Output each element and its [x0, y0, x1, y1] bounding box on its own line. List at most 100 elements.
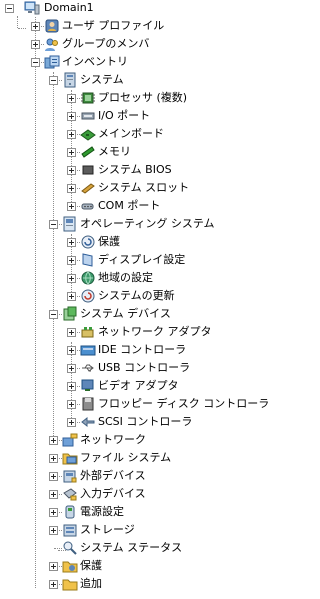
- expand-toggle[interactable]: [67, 256, 76, 265]
- expand-toggle[interactable]: [49, 490, 58, 499]
- tree-item[interactable]: システムの更新: [0, 288, 283, 304]
- system-devices-icon: [62, 306, 78, 322]
- expand-toggle[interactable]: [67, 418, 76, 427]
- user-profile-icon: [44, 18, 60, 34]
- expand-toggle[interactable]: [67, 346, 76, 355]
- tree-item-label: システム BIOS: [98, 163, 172, 176]
- tree-item[interactable]: ファイル システム: [0, 450, 283, 466]
- expand-toggle[interactable]: [67, 166, 76, 175]
- tree-item-label: ネットワーク アダプタ: [98, 325, 212, 338]
- tree-item[interactable]: システム ステータス: [0, 540, 283, 556]
- tree-item[interactable]: ストレージ: [0, 522, 283, 538]
- tree-item[interactable]: COM ポート: [0, 198, 283, 214]
- tree-item-label: IDE コントローラ: [98, 343, 187, 356]
- tree-item[interactable]: ビデオ アダプタ: [0, 378, 283, 394]
- ide-controller-icon: [80, 342, 96, 358]
- tree-item[interactable]: システム: [0, 72, 283, 88]
- tree-item[interactable]: グループのメンバ: [0, 36, 283, 52]
- storage-icon: [62, 522, 78, 538]
- expand-toggle[interactable]: [31, 22, 40, 31]
- tree-item[interactable]: ネットワーク: [0, 432, 283, 448]
- expand-toggle[interactable]: [67, 364, 76, 373]
- expand-toggle[interactable]: [31, 40, 40, 49]
- expand-toggle[interactable]: [49, 436, 58, 445]
- tree-item[interactable]: フロッピー ディスク コントローラ: [0, 396, 283, 412]
- expand-toggle[interactable]: [67, 400, 76, 409]
- tree-item[interactable]: 電源設定: [0, 504, 283, 520]
- tree-item-label: ファイル システム: [80, 451, 172, 464]
- tree-item-label: プロセッサ (複数): [98, 91, 188, 104]
- collapse-toggle[interactable]: [5, 4, 14, 13]
- display-icon: [80, 252, 96, 268]
- collapse-toggle[interactable]: [49, 220, 58, 229]
- tree-item[interactable]: 外部デバイス: [0, 468, 283, 484]
- tree-item-label: システムの更新: [98, 289, 175, 302]
- expand-toggle[interactable]: [67, 382, 76, 391]
- tree-item[interactable]: オペレーティング システム: [0, 216, 283, 232]
- tree-item-label: オペレーティング システム: [80, 217, 215, 230]
- inventory-tree: Domain1 ユーザ プロファイル グループのメンバインベントリシステムプロセッ…: [0, 0, 283, 599]
- tree-item[interactable]: メインボード: [0, 126, 283, 142]
- scsi-icon: [80, 414, 96, 430]
- tree-item[interactable]: I/O ポート: [0, 108, 283, 124]
- tree-item-label: インベントリ: [62, 55, 128, 68]
- video-adapter-icon: [80, 378, 96, 394]
- tree-item[interactable]: 地域の設定: [0, 270, 283, 286]
- tree-root-domain1[interactable]: Domain1: [0, 0, 120, 16]
- collapse-toggle[interactable]: [49, 310, 58, 319]
- tree-item[interactable]: ネットワーク アダプタ: [0, 324, 283, 340]
- tree-item-label: システム デバイス: [80, 307, 171, 320]
- expand-toggle[interactable]: [67, 202, 76, 211]
- expand-toggle[interactable]: [49, 508, 58, 517]
- tree-item-label: システム ステータス: [80, 541, 183, 554]
- expand-toggle[interactable]: [49, 526, 58, 535]
- com-port-icon: [80, 198, 96, 214]
- expand-toggle[interactable]: [67, 292, 76, 301]
- tree-item[interactable]: プロセッサ (複数): [0, 90, 283, 106]
- tree-item-label: 保護: [80, 559, 102, 572]
- expand-toggle[interactable]: [49, 472, 58, 481]
- mainboard-icon: [80, 126, 96, 142]
- tree-root-label: Domain1: [44, 1, 94, 14]
- tree-item-label: COM ポート: [98, 199, 161, 212]
- expand-toggle[interactable]: [67, 274, 76, 283]
- os-icon: [62, 216, 78, 232]
- protection-icon: [80, 234, 96, 250]
- tree-item[interactable]: 保護: [0, 558, 283, 574]
- tree-item[interactable]: 追加: [0, 576, 283, 592]
- file-system-icon: [62, 450, 78, 466]
- tree-item[interactable]: USB コントローラ: [0, 360, 283, 376]
- protection-folder-icon: [62, 558, 78, 574]
- expand-toggle[interactable]: [49, 580, 58, 589]
- system-icon: [62, 72, 78, 88]
- usb-icon: [80, 360, 96, 376]
- tree-item[interactable]: システム スロット: [0, 180, 283, 196]
- expand-toggle[interactable]: [67, 130, 76, 139]
- expand-toggle[interactable]: [49, 454, 58, 463]
- expand-toggle[interactable]: [67, 148, 76, 157]
- expand-toggle[interactable]: [67, 112, 76, 121]
- tree-item[interactable]: システム デバイス: [0, 306, 283, 322]
- expand-toggle[interactable]: [67, 184, 76, 193]
- tree-item[interactable]: 保護: [0, 234, 283, 250]
- expand-toggle[interactable]: [49, 562, 58, 571]
- computer-icon: [24, 0, 40, 16]
- expand-toggle[interactable]: [67, 328, 76, 337]
- tree-item[interactable]: メモリ: [0, 144, 283, 160]
- memory-icon: [80, 144, 96, 160]
- tree-item-label: 追加: [80, 577, 102, 590]
- tree-item[interactable]: SCSI コントローラ: [0, 414, 283, 430]
- tree-item[interactable]: 入力デバイス: [0, 486, 283, 502]
- collapse-toggle[interactable]: [49, 76, 58, 85]
- power-icon: [62, 504, 78, 520]
- collapse-toggle[interactable]: [31, 58, 40, 67]
- tree-item[interactable]: IDE コントローラ: [0, 342, 283, 358]
- tree-item[interactable]: システム BIOS: [0, 162, 283, 178]
- tree-item[interactable]: ディスプレイ設定: [0, 252, 283, 268]
- expand-toggle[interactable]: [67, 94, 76, 103]
- expand-toggle[interactable]: [67, 238, 76, 247]
- tree-item[interactable]: ユーザ プロファイル: [0, 18, 283, 34]
- tree-item-label: 地域の設定: [98, 271, 153, 284]
- tree-item-label: ディスプレイ設定: [98, 253, 186, 266]
- tree-item[interactable]: インベントリ: [0, 54, 283, 70]
